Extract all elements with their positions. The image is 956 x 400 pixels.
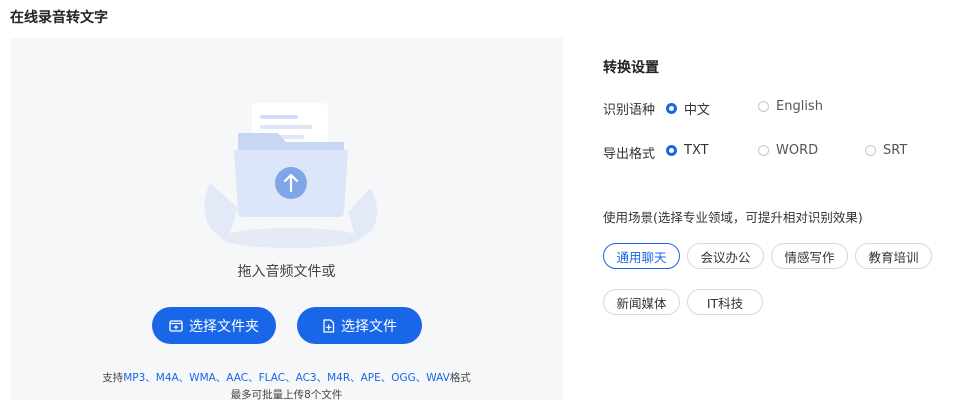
radio-selected-icon	[666, 103, 677, 114]
page-title: 在线录音转文字	[10, 10, 108, 26]
batch-limit-text: 最多可批量上传8个文件	[230, 389, 343, 400]
language-option-label: English	[776, 99, 823, 114]
language-option-label: 中文	[684, 103, 711, 118]
scene-chip-meeting-office[interactable]: 会议办公	[687, 243, 764, 269]
radio-unselected-icon	[758, 101, 769, 112]
scene-label: 使用场景(选择专业领域，可提升相对识别效果)	[603, 210, 863, 225]
select-file-button[interactable]: 选择文件	[297, 307, 422, 344]
radio-unselected-icon	[865, 145, 876, 156]
select-folder-button[interactable]: 选择文件夹	[152, 307, 276, 344]
radio-unselected-icon	[758, 145, 769, 156]
support-formats-list: MP3、M4A、WMA、AAC、FLAC、AC3、M4R、APE、OGG、WAV	[123, 372, 450, 384]
scene-chip-news-media[interactable]: 新闻媒体	[603, 289, 680, 315]
format-option-word[interactable]: WORD	[758, 143, 818, 158]
language-label: 识别语种	[603, 103, 656, 118]
scene-chip-it-tech[interactable]: IT科技	[687, 289, 763, 315]
language-option-english[interactable]: English	[758, 99, 823, 114]
upload-illustration-icon	[198, 88, 384, 263]
scene-chip-education-training[interactable]: 教育培训	[855, 243, 932, 269]
format-option-label: WORD	[776, 143, 819, 158]
radio-selected-icon	[666, 145, 677, 156]
folder-add-icon	[169, 319, 183, 333]
language-option-chinese[interactable]: 中文	[666, 99, 710, 118]
format-option-txt[interactable]: TXT	[666, 143, 709, 158]
upload-dropzone[interactable]: 拖入音频文件或 选择文件夹 选择文件 支持MP3、M4A、WMA、AAC、FLA…	[10, 38, 563, 400]
drop-hint-text: 拖入音频文件或	[237, 264, 336, 280]
format-option-label: TXT	[684, 143, 709, 158]
format-option-label: SRT	[883, 143, 908, 158]
file-add-icon	[322, 318, 335, 333]
scene-chip-general-chat[interactable]: 通用聊天	[603, 243, 680, 269]
select-file-label: 选择文件	[341, 318, 397, 335]
format-option-srt[interactable]: SRT	[865, 143, 907, 158]
support-prefix: 支持	[102, 372, 124, 384]
supported-formats-text: 支持MP3、M4A、WMA、AAC、FLAC、AC3、M4R、APE、OGG、W…	[10, 370, 563, 385]
format-label: 导出格式	[603, 147, 656, 162]
select-folder-label: 选择文件夹	[189, 318, 259, 335]
support-suffix: 格式	[449, 372, 471, 384]
settings-title: 转换设置	[603, 60, 659, 76]
scene-chip-emotional-writing[interactable]: 情感写作	[771, 243, 848, 269]
